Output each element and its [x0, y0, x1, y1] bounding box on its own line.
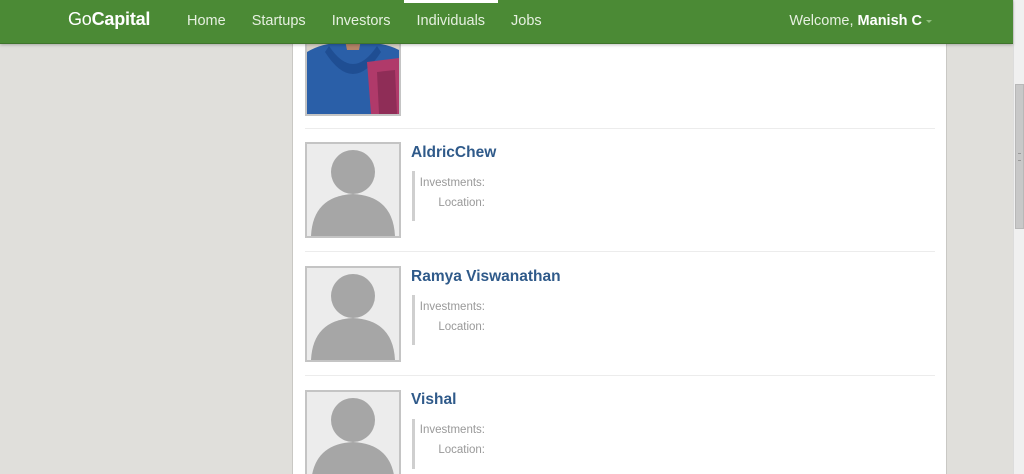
- default-avatar-icon[interactable]: [305, 142, 401, 238]
- nav-investors[interactable]: Investors: [319, 0, 404, 43]
- user-name: Manish C: [857, 13, 922, 29]
- grip-icon: [1018, 153, 1021, 161]
- row-divider: [305, 128, 935, 129]
- person-details: Investments: Location:: [412, 295, 615, 345]
- brand-suffix: Capital: [91, 9, 151, 29]
- welcome-text: Welcome,: [789, 13, 854, 29]
- brand-prefix: Go: [68, 9, 92, 29]
- default-avatar-icon[interactable]: [305, 266, 401, 362]
- investments-label: Investments:: [419, 301, 485, 313]
- person-details: Investments: Location:: [412, 171, 615, 221]
- page-scrollbar[interactable]: [1013, 0, 1024, 474]
- nav-home[interactable]: Home: [174, 0, 239, 43]
- location-label: Location:: [438, 444, 485, 456]
- nav-individuals[interactable]: Individuals: [403, 0, 499, 43]
- top-navbar: GoCapital Home Startups Investors Indivi…: [0, 0, 1013, 44]
- row-divider: [305, 375, 935, 376]
- list-item: AldricChew Investments: Location:: [305, 142, 935, 242]
- location-label: Location:: [438, 197, 485, 209]
- default-avatar-icon[interactable]: [305, 390, 401, 474]
- nav-links: Home Startups Investors Individuals Jobs: [174, 0, 555, 43]
- investments-label: Investments:: [419, 424, 485, 436]
- individuals-list-panel: AldricChew Investments: Location: Ramya …: [292, 0, 947, 474]
- list-item: Ramya Viswanathan Investments: Location:: [305, 266, 935, 366]
- nav-jobs[interactable]: Jobs: [498, 0, 555, 43]
- row-divider: [305, 251, 935, 252]
- person-name-link[interactable]: Ramya Viswanathan: [411, 268, 561, 286]
- location-label: Location:: [438, 321, 485, 333]
- person-details: Investments: Location:: [412, 419, 615, 469]
- list-item: Vishal Investments: Location:: [305, 390, 935, 474]
- nav-startups[interactable]: Startups: [239, 0, 319, 43]
- scroll-thumb[interactable]: [1015, 84, 1024, 229]
- investments-label: Investments:: [419, 177, 485, 189]
- brand-logo[interactable]: GoCapital: [68, 9, 150, 30]
- caret-down-icon: [926, 19, 932, 23]
- page: AldricChew Investments: Location: Ramya …: [0, 0, 1024, 474]
- user-menu[interactable]: Welcome, Manish C: [789, 0, 932, 43]
- person-name-link[interactable]: Vishal: [411, 391, 456, 409]
- person-name-link[interactable]: AldricChew: [411, 144, 496, 162]
